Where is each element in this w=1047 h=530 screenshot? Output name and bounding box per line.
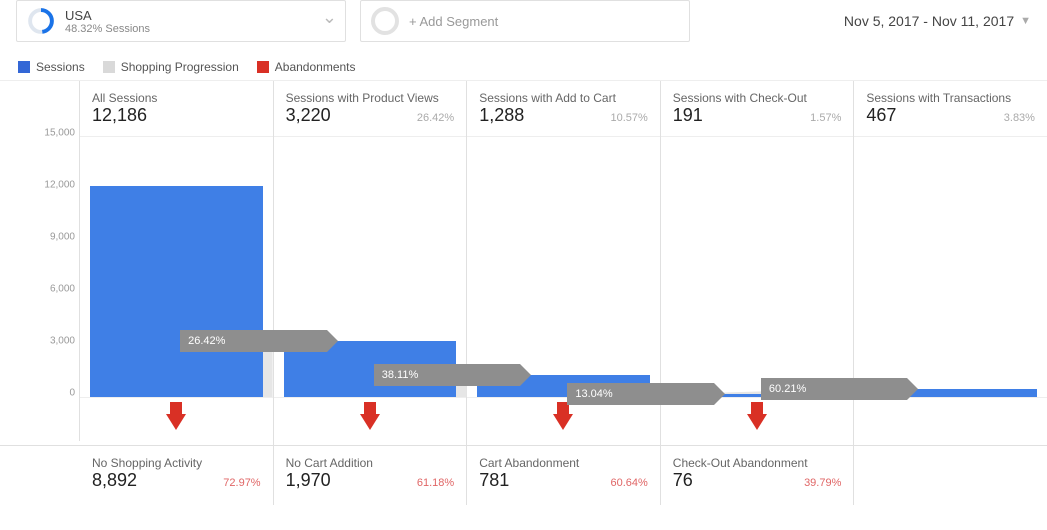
add-segment-label: + Add Segment xyxy=(409,14,498,29)
abandon-pct: 60.64% xyxy=(610,477,647,489)
stage-pct: 26.42% xyxy=(417,112,454,124)
abandon-value: 781 xyxy=(479,470,509,491)
stage-pct: 1.57% xyxy=(810,112,841,124)
swatch-abandon xyxy=(257,61,269,73)
stage-label: All Sessions xyxy=(92,91,261,105)
stage-value: 1,288 xyxy=(479,105,524,126)
stage-pct: 10.57% xyxy=(610,112,647,124)
y-tick: 15,000 xyxy=(44,128,75,139)
progression-tag: 26.42% xyxy=(180,330,326,352)
y-tick: 12,000 xyxy=(44,180,75,191)
funnel-stage: Sessions with Add to Cart1,28810.57%13.0… xyxy=(467,81,661,445)
progression-tag: 38.11% xyxy=(374,364,520,386)
swatch-progression xyxy=(103,61,115,73)
abandonment-arrow-icon xyxy=(553,414,573,430)
abandon-pct: 39.79% xyxy=(804,477,841,489)
stage-value: 467 xyxy=(866,105,896,126)
add-segment-button[interactable]: + Add Segment xyxy=(360,0,690,42)
abandonment-cell: Check-Out Abandonment76 39.79% xyxy=(661,446,855,505)
segment-name: USA xyxy=(65,8,150,23)
segment-subtext: 48.32% Sessions xyxy=(65,23,150,35)
legend: Sessions Shopping Progression Abandonmen… xyxy=(0,50,1047,81)
swatch-sessions xyxy=(18,61,30,73)
stage-pct: 3.83% xyxy=(1004,112,1035,124)
stage-label: Sessions with Transactions xyxy=(866,91,1035,105)
progression-tag: 13.04% xyxy=(567,383,713,405)
abandonment-cell xyxy=(854,446,1047,505)
y-tick: 9,000 xyxy=(50,232,75,243)
funnel-chart: 0 3,000 6,000 9,000 12,000 15,000 All Session… xyxy=(0,81,1047,446)
abandon-value: 76 xyxy=(673,470,693,491)
y-tick: 0 xyxy=(69,388,75,399)
stage-label: Sessions with Check-Out xyxy=(673,91,842,105)
abandon-label: Check-Out Abandonment xyxy=(673,456,842,470)
chevron-down-icon: ▼ xyxy=(1020,15,1031,27)
abandonment-arrow-icon xyxy=(747,414,767,430)
stage-value: 3,220 xyxy=(286,105,331,126)
date-range-picker[interactable]: Nov 5, 2017 - Nov 11, 2017 ▼ xyxy=(844,13,1031,29)
stage-label: Sessions with Add to Cart xyxy=(479,91,648,105)
progression-tag: 60.21% xyxy=(761,378,907,400)
y-axis: 0 3,000 6,000 9,000 12,000 15,000 xyxy=(0,81,80,441)
abandonment-arrow-icon xyxy=(166,414,186,430)
abandonment-arrow-icon xyxy=(360,414,380,430)
stage-value: 191 xyxy=(673,105,703,126)
date-range-text: Nov 5, 2017 - Nov 11, 2017 xyxy=(844,13,1014,29)
abandon-label: No Shopping Activity xyxy=(92,456,261,470)
y-tick: 6,000 xyxy=(50,284,75,295)
abandon-pct: 61.18% xyxy=(417,477,454,489)
abandonment-row: No Shopping Activity8,892 72.97% No Cart A… xyxy=(0,446,1047,505)
abandon-label: No Cart Addition xyxy=(286,456,455,470)
abandon-pct: 72.97% xyxy=(223,477,260,489)
abandonment-cell: No Shopping Activity8,892 72.97% xyxy=(80,446,274,505)
abandon-value: 1,970 xyxy=(286,470,331,491)
funnel-stage: Sessions with Product Views3,22026.42%38… xyxy=(274,81,468,445)
abandonment-cell: No Cart Addition1,970 61.18% xyxy=(274,446,468,505)
empty-donut-icon xyxy=(371,7,399,35)
abandon-value: 8,892 xyxy=(92,470,137,491)
stage-label: Sessions with Product Views xyxy=(286,91,455,105)
segment-card[interactable]: USA 48.32% Sessions ⌄ xyxy=(16,0,346,42)
y-tick: 3,000 xyxy=(50,336,75,347)
funnel-stage: All Sessions12,18626.42% xyxy=(80,81,274,445)
sessions-bar xyxy=(90,186,263,397)
stage-value: 12,186 xyxy=(92,105,147,126)
abandonment-cell: Cart Abandonment781 60.64% xyxy=(467,446,661,505)
abandon-label: Cart Abandonment xyxy=(479,456,648,470)
chevron-down-icon[interactable]: ⌄ xyxy=(322,7,337,28)
segment-donut-icon xyxy=(27,7,55,35)
